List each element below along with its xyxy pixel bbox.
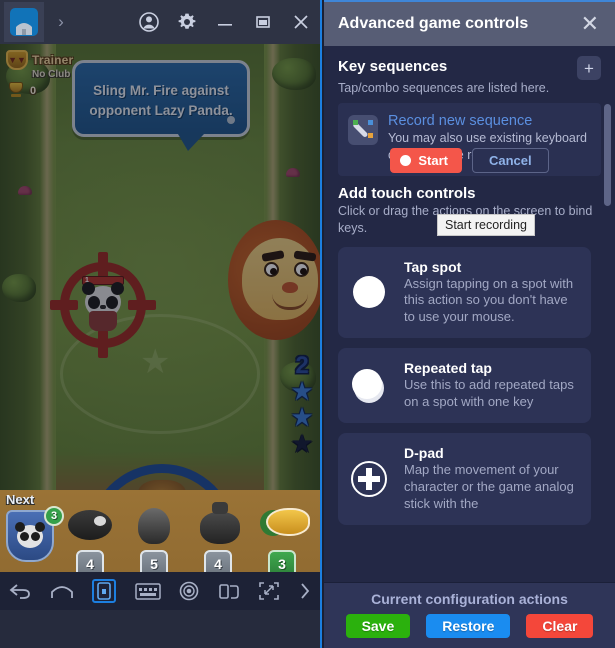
card-description: Use this to add repeated taps on a spot … <box>404 377 574 410</box>
home-icon[interactable] <box>50 583 74 599</box>
start-button-label: Start <box>418 152 448 168</box>
record-new-sequence-link[interactable]: Record new sequence <box>388 113 591 129</box>
card-title: Repeated tap <box>404 360 492 377</box>
close-icon[interactable]: ✕ <box>577 11 603 37</box>
next-card-art <box>14 521 46 551</box>
panel-scrollbar[interactable] <box>604 104 611 424</box>
rotate-screen-icon[interactable] <box>218 582 240 601</box>
scrollbar-thumb[interactable] <box>604 104 611 206</box>
game-controls-icon[interactable] <box>92 579 117 603</box>
card-art-shell <box>128 502 180 546</box>
game-viewport[interactable]: ★ 1 ▼▼ Trainer No Club 0 Sling Mr. Fire … <box>0 44 320 610</box>
eye-icon[interactable] <box>179 581 199 601</box>
card-slot-4[interactable]: 3 <box>250 498 314 578</box>
panel-body: Key sequences + Tap/combo sequences are … <box>324 46 615 582</box>
record-buttons: Start Cancel <box>338 147 601 173</box>
back-arrow-icon[interactable] <box>9 583 31 599</box>
titlebar-expand-chevron[interactable]: › <box>44 0 78 44</box>
fullscreen-icon[interactable] <box>258 581 280 601</box>
panel-header: Advanced game controls ✕ <box>324 0 615 46</box>
key-sequences-header: Key sequences + <box>338 56 601 80</box>
panel-footer: Current configuration actions Save Resto… <box>324 582 615 648</box>
emulator-titlebar: › <box>0 0 320 44</box>
minimize-icon[interactable] <box>206 0 244 44</box>
touch-control-card-repeated-tap[interactable]: Repeated tap Use this to add repeated ta… <box>338 348 591 423</box>
account-icon[interactable] <box>130 0 168 44</box>
close-icon[interactable] <box>282 0 320 44</box>
card-description: Map the movement of your character or th… <box>404 461 574 511</box>
repeated-tap-icon <box>348 368 390 403</box>
keyboard-icon[interactable] <box>135 582 161 600</box>
next-card-label: Next <box>6 492 35 507</box>
emulator-navbar <box>0 572 320 610</box>
card-slots: 4 5 4 3 <box>58 498 314 578</box>
card-title: D-pad <box>404 444 444 461</box>
advanced-game-controls-panel: Advanced game controls ✕ Key sequences +… <box>324 0 615 648</box>
emulator-window: › ★ 1 ▼▼ Trainer No Club 0 Sling Mr. Fir… <box>0 0 322 648</box>
maximize-icon[interactable] <box>244 0 282 44</box>
titlebar-home-button[interactable] <box>4 2 44 42</box>
home-icon <box>10 8 38 36</box>
touch-controls-list: Tap spot Assign tapping on a spot with t… <box>338 246 601 525</box>
screen-root: › ★ 1 ▼▼ Trainer No Club 0 Sling Mr. Fir… <box>0 0 615 648</box>
card-art-bomb <box>64 502 116 546</box>
start-recording-button[interactable]: Start <box>390 147 462 173</box>
card-art-fist <box>256 502 310 546</box>
tap-spot-icon <box>348 276 390 309</box>
key-sequences-title: Key sequences <box>338 58 448 75</box>
cancel-recording-button[interactable]: Cancel <box>471 147 549 173</box>
touch-control-card-dpad[interactable]: D-pad Map the movement of your character… <box>338 432 591 525</box>
chevron-right-icon[interactable] <box>299 582 311 600</box>
panel-title: Advanced game controls <box>338 15 529 32</box>
card-slot-1[interactable]: 4 <box>58 498 122 578</box>
restore-button[interactable]: Restore <box>426 614 511 638</box>
touch-controls-title: Add touch controls <box>338 184 476 202</box>
record-dot-icon <box>400 154 412 166</box>
card-slot-3[interactable]: 4 <box>186 498 250 578</box>
footer-buttons: Save Restore Clear <box>324 614 615 638</box>
save-button[interactable]: Save <box>345 614 411 638</box>
magic-wand-icon <box>348 115 378 145</box>
card-title: Tap spot <box>404 258 462 275</box>
card-body: Tap spot Assign tapping on a spot with t… <box>404 259 581 327</box>
card-body: D-pad Map the movement of your character… <box>404 445 581 513</box>
card-art-pot <box>192 502 244 546</box>
key-sequences-subtitle: Tap/combo sequences are listed here. <box>338 81 550 95</box>
footer-title: Current configuration actions <box>371 591 568 607</box>
start-recording-tooltip: Start recording <box>437 214 535 236</box>
plus-icon[interactable]: + <box>577 56 601 80</box>
dpad-icon <box>348 460 390 497</box>
card-body: Repeated tap Use this to add repeated ta… <box>404 360 581 411</box>
clear-button[interactable]: Clear <box>526 614 594 638</box>
card-slot-2[interactable]: 5 <box>122 498 186 578</box>
touch-control-card-tap-spot[interactable]: Tap spot Assign tapping on a spot with t… <box>338 246 591 339</box>
gear-icon[interactable] <box>168 0 206 44</box>
card-description: Assign tapping on a spot with this actio… <box>404 275 574 325</box>
